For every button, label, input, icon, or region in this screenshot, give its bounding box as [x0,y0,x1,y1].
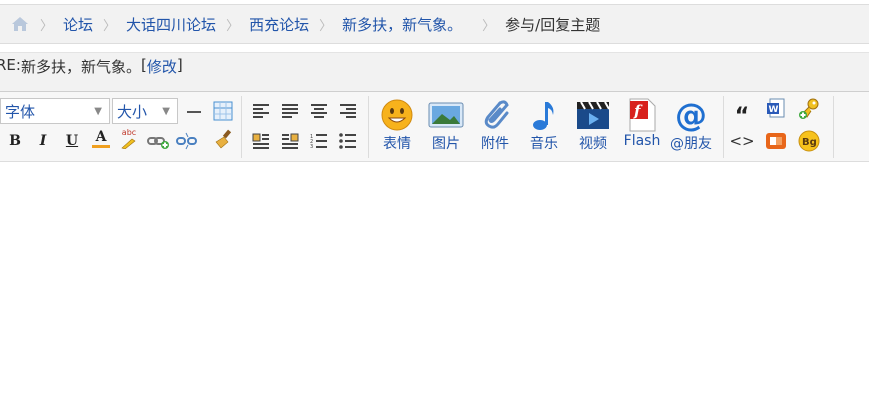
unlink-icon[interactable] [176,130,198,152]
editor-toolbar: 字体 ▼ 大小 ▼ B I U A abc 1 2 3 表情 图片 附件 音乐 … [0,91,869,162]
quote-icon[interactable]: “ [731,100,753,128]
home-icon[interactable] [10,14,30,34]
font-color-label: A [95,129,107,145]
font-size-select[interactable]: 大小 ▼ [112,98,178,124]
mention-friend-button[interactable]: @ @朋友 [669,98,713,153]
image-icon [424,98,468,132]
background-color-button[interactable]: Bg [798,130,820,152]
smiley-icon [375,98,419,132]
breadcrumb-current: 参与/回复主题 [505,15,601,34]
mention-friend-label: @朋友 [670,136,712,152]
video-button[interactable]: 视频 [571,98,615,153]
font-size-value: 大小 [117,102,148,121]
float-right-icon[interactable] [279,130,301,152]
video-label: 视频 [579,136,607,152]
breadcrumb: 〉 论坛 〉 大话四川论坛 〉 西充论坛 〉 新多扶，新气象。 〉 参与/回复主… [0,4,869,44]
font-family-select[interactable]: 字体 ▼ [0,98,110,124]
toolbar-divider [723,96,724,158]
align-center-icon[interactable] [308,100,330,122]
toolbar-divider [833,96,834,158]
edit-bracket-close: ] [176,56,183,74]
breadcrumb-separator: 〉 [226,18,240,34]
breadcrumb-separator: 〉 [482,18,496,34]
align-justify-icon[interactable] [279,100,301,122]
toolbar-divider [368,96,369,158]
breadcrumb-board[interactable]: 大话四川论坛 [126,14,216,35]
attachment-button[interactable]: 附件 [473,98,517,153]
table-button[interactable] [212,100,234,122]
insert-link-icon[interactable] [147,130,169,152]
subject-prefix: RE: [0,56,21,74]
svg-text:@: @ [675,98,707,132]
underline-button[interactable]: U [61,130,83,152]
font-color-button[interactable]: A [90,128,112,150]
free-content-icon[interactable] [765,130,787,152]
svg-text:3: 3 [310,144,313,149]
svg-text:W: W [769,105,779,115]
edit-subject-link[interactable]: 修改 [147,56,177,77]
italic-button[interactable]: I [32,130,54,152]
flash-label: Flash [623,133,661,149]
at-icon: @ [669,98,713,132]
color-swatch [92,145,110,148]
ordered-list-icon[interactable]: 123 [308,130,330,152]
emoticon-label: 表情 [383,136,411,152]
font-family-value: 字体 [5,102,36,121]
breadcrumb-separator: 〉 [103,18,117,34]
message-editor[interactable] [0,162,869,408]
clear-format-icon[interactable] [212,128,234,150]
code-icon[interactable]: <> [729,130,754,152]
key-hide-icon[interactable] [798,98,820,120]
align-left-icon[interactable] [250,100,272,122]
spellcheck-button[interactable]: abc [118,128,140,150]
music-label: 音乐 [530,136,558,152]
word-paste-icon[interactable]: W [765,98,787,120]
flash-icon: f [620,98,664,132]
clapperboard-icon [571,98,615,132]
subject-title: 新多扶，新气象。 [20,58,141,76]
breadcrumb-separator: 〉 [40,18,54,34]
reply-subject: RE: 新多扶，新气象。 [修改] [0,52,869,92]
flash-button[interactable]: f Flash [620,98,664,149]
toolbar-divider [241,96,242,158]
paperclip-icon [473,98,517,132]
music-button[interactable]: 音乐 [522,98,566,153]
emoticon-button[interactable]: 表情 [375,98,419,153]
bold-button[interactable]: B [4,130,26,152]
breadcrumb-subboard[interactable]: 西充论坛 [249,14,309,35]
horizontal-rule-button[interactable] [183,100,205,122]
float-left-icon[interactable] [250,130,272,152]
chevron-down-icon: ▼ [94,105,102,117]
align-right-icon[interactable] [337,100,359,122]
image-label: 图片 [432,136,460,152]
breadcrumb-separator: 〉 [319,18,333,34]
spellcheck-icon: abc [121,128,137,137]
breadcrumb-forum[interactable]: 论坛 [63,14,93,35]
unordered-list-icon[interactable] [337,130,359,152]
image-button[interactable]: 图片 [424,98,468,153]
background-color-label: Bg [802,137,817,148]
attachment-label: 附件 [481,136,509,152]
chevron-down-icon: ▼ [162,105,170,117]
music-note-icon [522,98,566,132]
breadcrumb-thread[interactable]: 新多扶，新气象。 [342,14,462,35]
